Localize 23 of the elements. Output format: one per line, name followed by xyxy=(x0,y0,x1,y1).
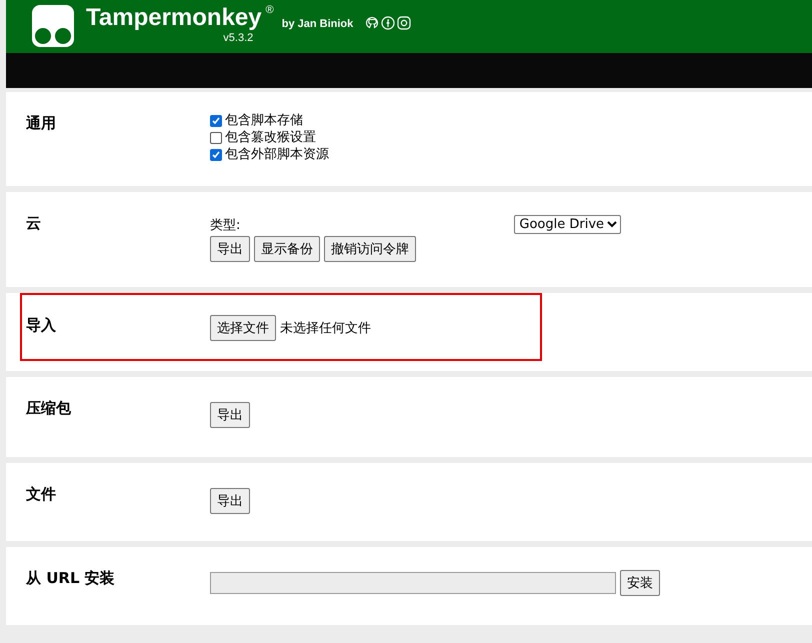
export-button[interactable]: 导出 xyxy=(210,488,250,514)
section-label: 云 xyxy=(26,213,42,233)
checkbox-label: 包含篡改猴设置 xyxy=(225,130,316,145)
section-label: 从 URL 安装 xyxy=(26,568,116,588)
version: v5.3.2 xyxy=(223,32,254,44)
section-label: 压缩包 xyxy=(26,398,72,418)
checkbox-label: 包含外部脚本资源 xyxy=(225,147,329,162)
section-label: 通用 xyxy=(26,113,57,133)
checkbox-label: 包含脚本存储 xyxy=(225,113,303,128)
choose-file-button[interactable]: 选择文件 xyxy=(210,315,276,341)
install-button[interactable]: 安装 xyxy=(620,570,660,596)
author: by Jan Biniok xyxy=(282,18,354,30)
cloud-button[interactable]: 显示备份 xyxy=(254,236,320,262)
file-status: 未选择任何文件 xyxy=(280,320,371,337)
section-label: 文件 xyxy=(26,484,57,504)
cloud-select[interactable]: Google Drive xyxy=(514,215,622,234)
app-title: Tampermonkey xyxy=(86,4,262,32)
cloud-button[interactable]: 导出 xyxy=(210,236,250,262)
section-label: 导入 xyxy=(26,315,57,335)
trademark: ® xyxy=(266,4,274,16)
export-button[interactable]: 导出 xyxy=(210,402,250,428)
cloud-button[interactable]: 撤销访问令牌 xyxy=(324,236,416,262)
type-label: 类型: xyxy=(210,216,240,234)
